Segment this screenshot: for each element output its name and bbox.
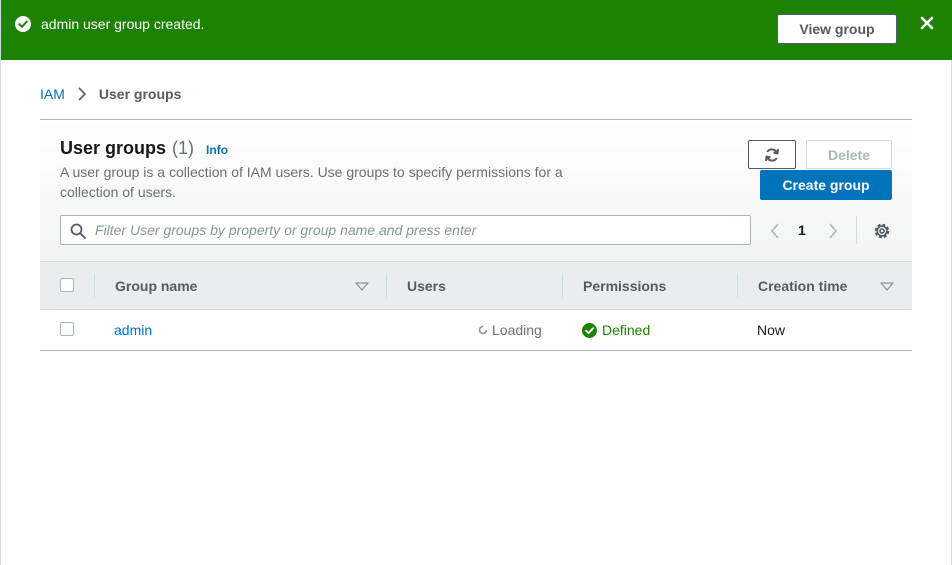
pagination: 1	[768, 220, 858, 242]
breadcrumb-current: User groups	[98, 86, 182, 102]
success-flash-bar: admin user group created. View group	[1, 0, 952, 60]
users-loading-text: Loading	[492, 322, 542, 338]
chevron-right-icon[interactable]	[828, 223, 838, 239]
table-row: admin Loading Defined Now	[40, 310, 912, 350]
row-checkbox[interactable]	[60, 322, 74, 336]
group-name-link[interactable]: admin	[114, 322, 152, 338]
view-group-button[interactable]: View group	[777, 14, 897, 44]
sort-down-icon[interactable]	[355, 282, 369, 291]
column-header-group-name[interactable]: Group name	[115, 278, 197, 294]
users-loading: Loading	[478, 322, 542, 338]
permissions-status: Defined	[582, 322, 650, 338]
permissions-text: Defined	[602, 322, 651, 338]
column-divider	[386, 274, 387, 298]
filter-box	[60, 215, 751, 245]
sort-down-icon[interactable]	[880, 282, 894, 291]
column-divider	[94, 274, 95, 298]
page-title: User groups	[60, 138, 167, 158]
chevron-right-icon	[78, 87, 87, 101]
create-group-button[interactable]: Create group	[760, 170, 892, 200]
table-header: Group name Users Permissions Creation ti…	[40, 261, 912, 310]
column-header-users: Users	[407, 278, 446, 294]
flash-message: admin user group created.	[41, 16, 205, 32]
creation-time: Now	[757, 322, 786, 338]
column-divider	[562, 274, 563, 298]
current-page[interactable]: 1	[798, 222, 806, 238]
page-description: A user group is a collection of IAM user…	[60, 164, 563, 200]
check-circle-icon	[582, 322, 597, 338]
select-all-checkbox[interactable]	[60, 278, 74, 292]
breadcrumb-iam-link[interactable]: IAM	[40, 86, 65, 102]
info-link[interactable]: Info	[206, 143, 228, 157]
search-icon	[70, 223, 86, 239]
column-divider	[737, 274, 738, 298]
column-header-permissions: Permissions	[583, 278, 667, 294]
filter-input[interactable]	[95, 220, 735, 240]
breadcrumb: IAM User groups	[40, 86, 181, 102]
settings-icon[interactable]	[873, 222, 891, 240]
check-circle-icon	[15, 16, 31, 32]
group-count: (1)	[172, 138, 195, 158]
refresh-button[interactable]	[748, 140, 796, 169]
user-groups-table-container: User groups (1) Info A user group is a c…	[40, 119, 912, 351]
delete-button[interactable]: Delete	[806, 140, 892, 169]
column-header-creation-time[interactable]: Creation time	[758, 278, 847, 294]
chevron-left-icon[interactable]	[770, 223, 780, 239]
page-title-row: User groups (1) Info	[60, 138, 228, 159]
divider	[856, 216, 857, 244]
close-icon[interactable]	[919, 15, 935, 31]
refresh-icon	[765, 147, 779, 162]
spinner-icon	[478, 325, 488, 335]
